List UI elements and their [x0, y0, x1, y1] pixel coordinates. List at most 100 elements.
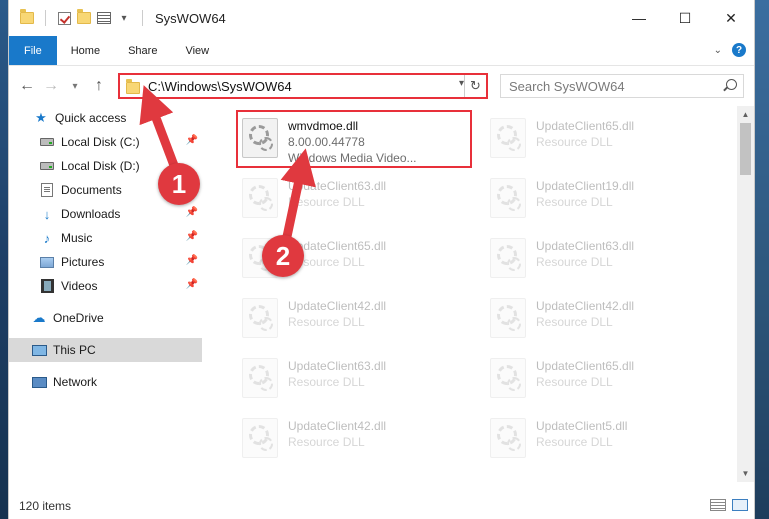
sidebar-item-downloads[interactable]: ↓ Downloads 📌 — [9, 202, 202, 226]
sidebar-item-label: Videos — [61, 279, 98, 293]
sidebar-item-this-pc[interactable]: This PC — [9, 338, 202, 362]
sidebar-item-onedrive[interactable]: ☁ OneDrive — [9, 306, 202, 330]
file-tile[interactable]: UpdateClient42.dll Resource DLL — [238, 412, 478, 468]
onedrive-icon: ☁ — [32, 310, 46, 325]
navigation-bar: ← → ▾ ↑ C:\Windows\SysWOW64 ▾ ↻ Search S… — [9, 66, 754, 106]
tab-home[interactable]: Home — [57, 36, 114, 65]
tab-share[interactable]: Share — [114, 36, 171, 65]
close-button[interactable]: ✕ — [708, 0, 754, 36]
file-name: UpdateClient63.dll — [536, 239, 635, 253]
tab-view[interactable]: View — [171, 36, 223, 65]
navigation-pane: ★ Quick access Local Disk (C:) 📌 Local D… — [9, 106, 202, 482]
step-2-badge: 2 — [262, 235, 304, 277]
new-folder-icon[interactable] — [76, 9, 92, 25]
pin-icon[interactable]: 📌 — [186, 279, 198, 290]
sidebar-item-music[interactable]: ♪ Music 📌 — [9, 226, 202, 250]
toolbar-divider — [45, 10, 46, 26]
dll-file-icon — [490, 118, 526, 158]
file-type: Resource DLL — [536, 255, 613, 269]
pin-icon[interactable]: 📌 — [186, 255, 198, 266]
music-icon: ♪ — [43, 230, 51, 246]
pictures-icon — [39, 255, 55, 269]
pin-icon[interactable]: 📌 — [186, 135, 198, 146]
documents-icon — [39, 183, 55, 197]
search-input[interactable]: Search SysWOW64 — [500, 74, 744, 98]
expand-ribbon-chevron-icon[interactable]: ⌄ — [714, 45, 722, 56]
sidebar-item-pictures[interactable]: Pictures 📌 — [9, 250, 202, 274]
dll-file-icon — [242, 418, 278, 458]
tab-file[interactable]: File — [9, 36, 57, 65]
maximize-button[interactable]: ☐ — [662, 0, 708, 36]
window-title: SysWOW64 — [155, 10, 226, 26]
file-tile[interactable]: UpdateClient65.dll Resource DLL — [486, 352, 726, 408]
desktop-background-right — [755, 0, 769, 519]
sidebar-item-quick-access[interactable]: ★ Quick access — [9, 106, 202, 130]
file-tile[interactable]: UpdateClient63.dll Resource DLL — [486, 232, 726, 288]
drive-icon — [39, 135, 55, 149]
file-tile[interactable]: UpdateClient19.dll Resource DLL — [486, 172, 726, 228]
scroll-up-arrow-icon[interactable]: ▲ — [737, 106, 754, 123]
file-name: wmvdmoe.dll — [288, 119, 359, 133]
dll-file-icon — [242, 118, 278, 158]
file-type: Resource DLL — [536, 375, 613, 389]
scrollbar-thumb[interactable] — [740, 123, 751, 175]
file-name: UpdateClient65.dll — [536, 359, 635, 373]
file-tile[interactable]: UpdateClient42.dll Resource DLL — [238, 292, 478, 348]
file-name: UpdateClient63.dll — [288, 179, 387, 193]
sidebar-item-label: Documents — [61, 183, 122, 197]
explorer-window: ▾ SysWOW64 — ☐ ✕ File Home Share View ⌄ … — [8, 0, 755, 519]
file-name: UpdateClient65.dll — [536, 119, 635, 133]
vertical-scrollbar[interactable]: ▲ ▼ — [737, 106, 754, 482]
forward-arrow-icon[interactable]: → — [39, 74, 63, 98]
dll-file-icon — [490, 178, 526, 218]
dll-file-icon — [490, 418, 526, 458]
sidebar-item-label: This PC — [53, 343, 96, 357]
minimize-button[interactable]: — — [616, 0, 662, 36]
dll-file-icon — [490, 238, 526, 278]
file-tile[interactable]: UpdateClient65.dll Resource DLL — [486, 112, 726, 168]
sidebar-item-videos[interactable]: Videos 📌 — [9, 274, 202, 298]
dll-file-icon — [242, 178, 278, 218]
videos-icon — [39, 279, 55, 293]
file-tile-wmvdmoe[interactable]: wmvdmoe.dll 8.00.00.44778 Windows Media … — [238, 112, 478, 168]
address-bar[interactable]: C:\Windows\SysWOW64 ▾ ↻ — [118, 73, 488, 99]
refresh-icon[interactable]: ↻ — [464, 75, 486, 97]
properties-icon[interactable] — [96, 11, 112, 25]
file-version: 8.00.00.44778 — [288, 135, 365, 149]
sidebar-item-network[interactable]: Network — [9, 370, 202, 394]
file-type: Resource DLL — [288, 195, 365, 209]
pin-icon[interactable]: 📌 — [186, 207, 198, 218]
details-view-icon[interactable] — [710, 499, 726, 511]
file-tile[interactable]: UpdateClient42.dll Resource DLL — [486, 292, 726, 348]
file-list: wmvdmoe.dll 8.00.00.44778 Windows Media … — [202, 106, 739, 482]
search-placeholder: Search SysWOW64 — [509, 78, 625, 94]
file-tile[interactable]: UpdateClient63.dll Resource DLL — [238, 172, 478, 228]
dll-file-icon — [242, 358, 278, 398]
recent-locations-chevron-icon[interactable]: ▾ — [63, 74, 87, 98]
folder-icon[interactable] — [19, 9, 35, 25]
dll-file-icon — [490, 358, 526, 398]
file-type: Resource DLL — [536, 315, 613, 329]
file-tile[interactable]: UpdateClient63.dll Resource DLL — [238, 352, 478, 408]
properties-check-icon[interactable] — [56, 11, 72, 25]
ribbon-tabs: File Home Share View ⌄ ? — [9, 36, 754, 66]
pin-icon[interactable]: 📌 — [186, 231, 198, 242]
sidebar-item-local-disk-c[interactable]: Local Disk (C:) 📌 — [9, 130, 202, 154]
help-icon[interactable]: ? — [732, 43, 746, 57]
this-pc-icon — [31, 343, 47, 357]
window-controls: — ☐ ✕ — [616, 0, 754, 36]
downloads-icon: ↓ — [43, 206, 51, 222]
address-path[interactable]: C:\Windows\SysWOW64 — [148, 79, 292, 94]
sidebar-item-label: Music — [61, 231, 93, 245]
back-arrow-icon[interactable]: ← — [15, 74, 39, 98]
scroll-down-arrow-icon[interactable]: ▼ — [737, 465, 754, 482]
file-type: Resource DLL — [536, 435, 613, 449]
up-arrow-icon[interactable]: ↑ — [87, 74, 111, 98]
large-icons-view-icon[interactable] — [732, 499, 748, 511]
step-1-badge: 1 — [158, 163, 200, 205]
file-tile[interactable]: UpdateClient5.dll Resource DLL — [486, 412, 726, 468]
dll-file-icon — [490, 298, 526, 338]
star-icon: ★ — [35, 110, 47, 125]
customize-toolbar-chevron-icon[interactable]: ▾ — [116, 11, 132, 25]
search-icon[interactable] — [726, 79, 737, 90]
